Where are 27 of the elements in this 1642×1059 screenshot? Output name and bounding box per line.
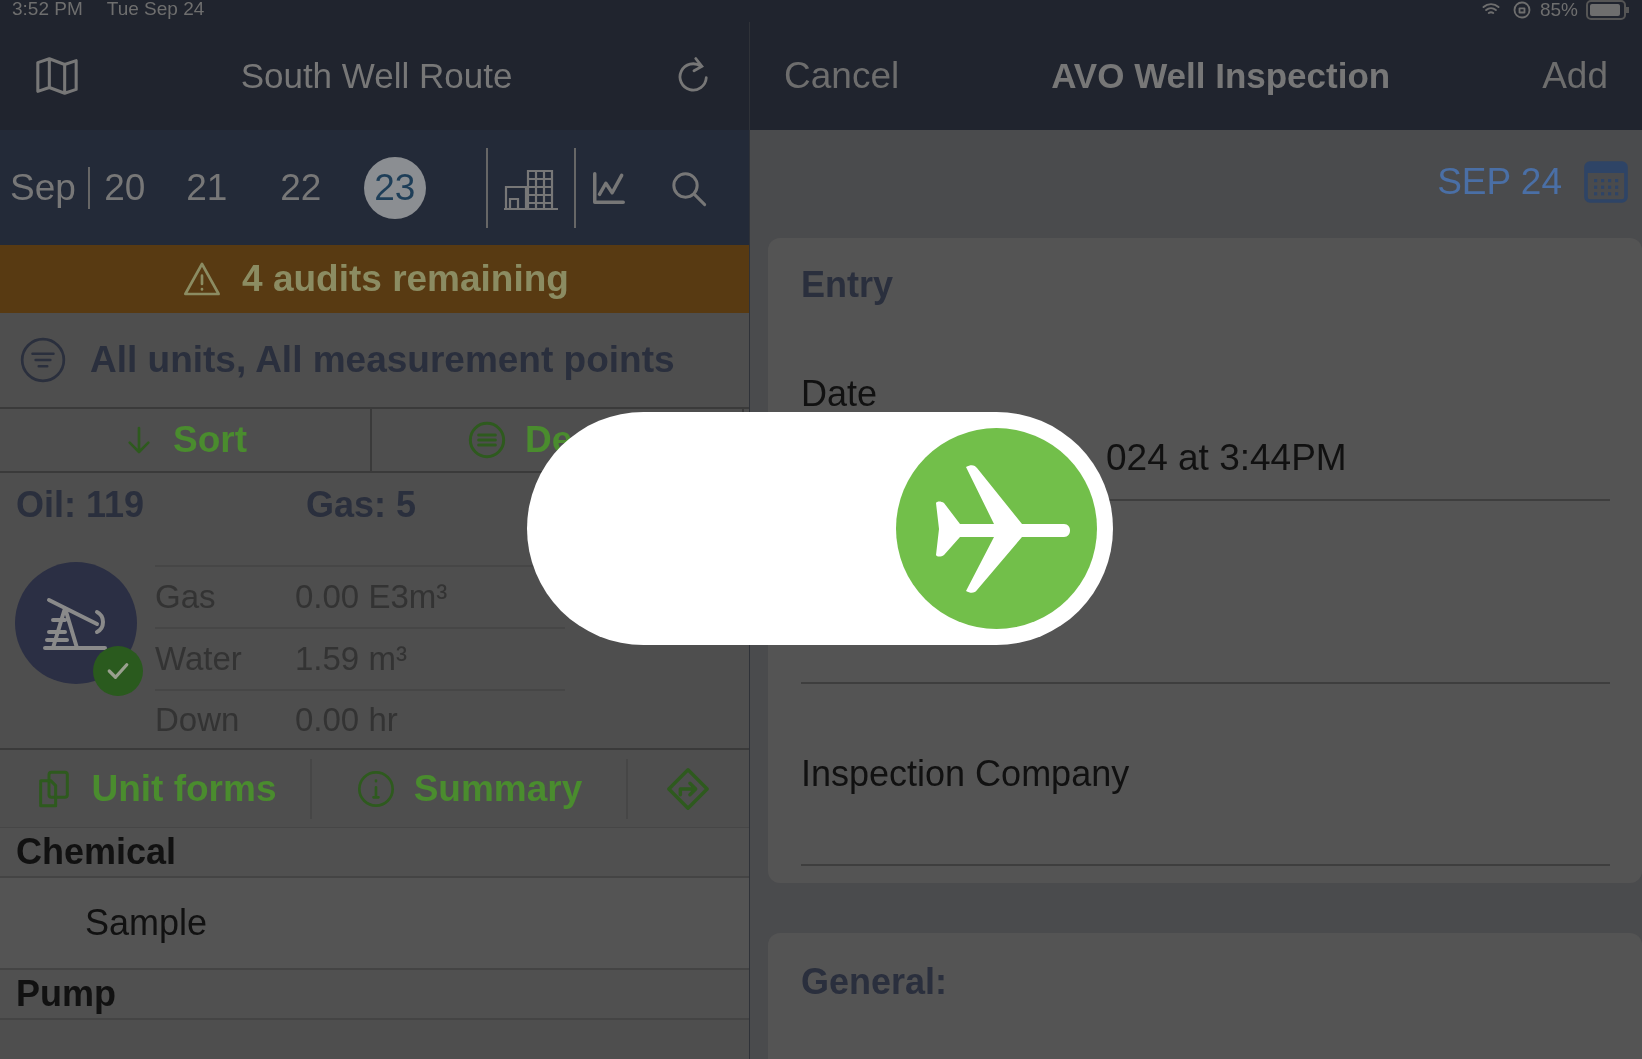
list-item[interactable]: Sample bbox=[85, 902, 208, 944]
status-date: Tue Sep 24 bbox=[106, 0, 205, 19]
date-chip[interactable]: SEP 24 bbox=[1437, 161, 1562, 203]
info-icon bbox=[355, 768, 396, 809]
audits-banner-text: 4 audits remaining bbox=[242, 258, 569, 300]
battery-icon bbox=[1586, 0, 1630, 20]
section-header: Chemical bbox=[16, 831, 177, 873]
form-title: AVO Well Inspection bbox=[1051, 56, 1391, 96]
directions-icon bbox=[665, 765, 711, 812]
cancel-button[interactable]: Cancel bbox=[784, 55, 900, 97]
unit-forms-button[interactable]: Unit forms bbox=[0, 758, 312, 819]
rotation-lock-icon bbox=[1511, 0, 1532, 20]
field-label: Inspection Company bbox=[801, 753, 1131, 795]
section-header: Pump bbox=[16, 973, 116, 1015]
summary-button[interactable]: Summary bbox=[312, 758, 628, 819]
field-label: Date bbox=[801, 373, 879, 415]
route-title: South Well Route bbox=[240, 56, 513, 96]
status-time: 3:52 PM bbox=[12, 0, 83, 19]
day-button[interactable]: 20 bbox=[89, 156, 160, 219]
day-button[interactable]: 21 bbox=[159, 156, 254, 219]
battery-percent: 85% bbox=[1539, 1, 1578, 19]
month-label: Sep bbox=[10, 166, 90, 209]
add-button[interactable]: Add bbox=[1542, 55, 1608, 97]
sort-button[interactable]: Sort bbox=[0, 409, 372, 471]
filter-icon bbox=[18, 335, 68, 385]
day-button[interactable]: 22 bbox=[253, 156, 348, 219]
list-icon bbox=[467, 420, 507, 460]
